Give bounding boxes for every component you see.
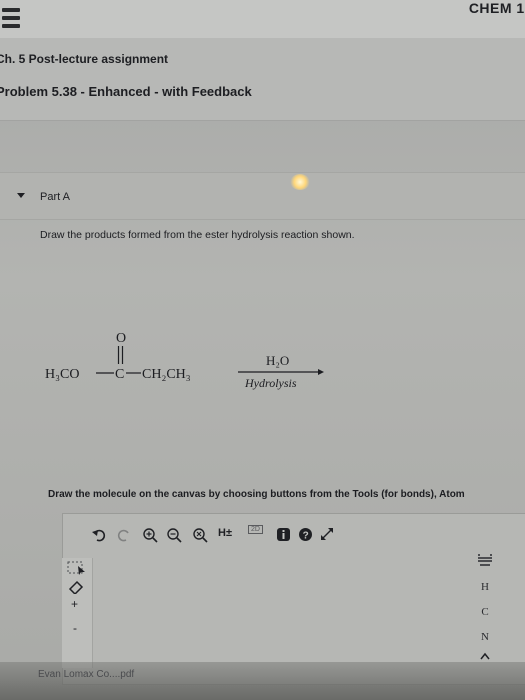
course-title: CHEM 10 bbox=[468, 0, 525, 16]
hydrogen-toggle-button[interactable]: H± bbox=[218, 527, 232, 539]
zoom-reset-icon[interactable] bbox=[192, 527, 208, 543]
collapse-caret-icon[interactable] bbox=[17, 193, 25, 198]
zoom-out-icon[interactable] bbox=[166, 527, 182, 543]
screen: CHEM 10 Ch. 5 Post-lecture assignment Pr… bbox=[0, 0, 525, 700]
problem-title: Problem 5.38 - Enhanced - with Feedback bbox=[0, 84, 252, 99]
carbonyl-oxygen: O bbox=[116, 331, 126, 346]
part-a-label[interactable]: Part A bbox=[40, 191, 70, 203]
assignment-header bbox=[0, 38, 525, 121]
redo-icon[interactable] bbox=[117, 528, 131, 542]
svg-text:?: ? bbox=[303, 531, 309, 542]
atom-hydrogen-button[interactable]: H bbox=[470, 581, 500, 593]
view-2d-button[interactable]: 2D bbox=[248, 525, 263, 534]
periodic-table-icon[interactable] bbox=[478, 554, 492, 566]
help-icon[interactable]: ? bbox=[298, 527, 313, 542]
carbonyl-carbon: C bbox=[115, 367, 124, 382]
eraser-icon[interactable] bbox=[68, 580, 84, 594]
condition-label: Hydrolysis bbox=[244, 376, 297, 390]
atom-nitrogen-button[interactable]: N bbox=[470, 631, 500, 643]
download-file-item[interactable]: Evan Lomax Co....pdf bbox=[38, 669, 134, 680]
chevron-up-icon[interactable] bbox=[480, 652, 490, 660]
arrow-head bbox=[318, 369, 324, 375]
light-glare bbox=[290, 174, 310, 190]
ethyl-group: CH₂CH₃ bbox=[142, 367, 191, 382]
fullscreen-icon[interactable] bbox=[320, 527, 334, 541]
negative-charge-button[interactable]: - bbox=[73, 621, 77, 635]
select-tool-icon[interactable] bbox=[66, 560, 88, 576]
editor-toolbar: H± 2D ? bbox=[62, 524, 362, 548]
positive-charge-button[interactable]: + bbox=[71, 597, 78, 611]
reaction-scheme: O H₃CO C CH₂CH₃ H₂O Hydrolysis bbox=[45, 331, 324, 390]
info-icon[interactable] bbox=[276, 527, 291, 542]
part-a-header[interactable] bbox=[0, 172, 525, 220]
reagent-label: H₂O bbox=[266, 353, 289, 368]
assignment-title[interactable]: Ch. 5 Post-lecture assignment bbox=[0, 52, 168, 66]
methoxy-group: H₃CO bbox=[45, 367, 79, 382]
menu-icon[interactable] bbox=[2, 8, 20, 30]
question-prompt: Draw the products formed from the ester … bbox=[40, 229, 355, 241]
zoom-in-icon[interactable] bbox=[142, 527, 158, 543]
tools-panel: + - bbox=[62, 558, 93, 668]
undo-icon[interactable] bbox=[92, 528, 106, 542]
drawing-instructions: Draw the molecule on the canvas by choos… bbox=[48, 489, 465, 500]
top-bar: CHEM 10 bbox=[0, 0, 525, 39]
download-bar bbox=[0, 662, 525, 700]
atom-carbon-button[interactable]: C bbox=[470, 606, 500, 618]
